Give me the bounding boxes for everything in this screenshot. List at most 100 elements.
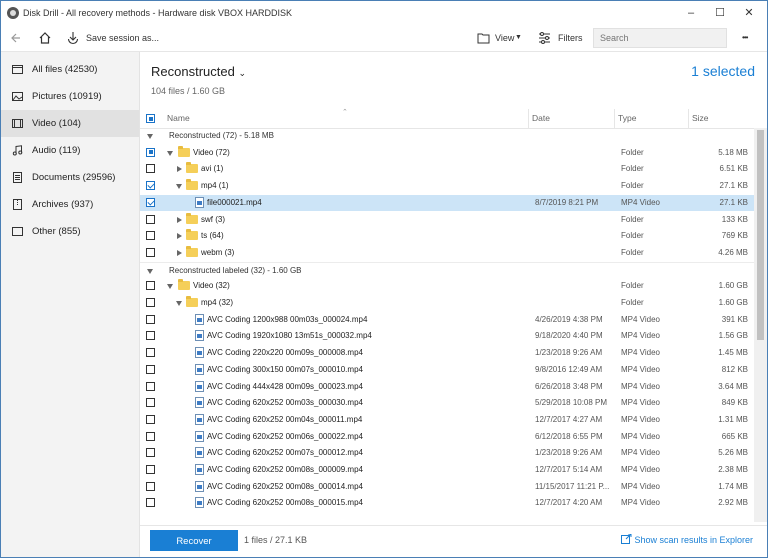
expand-arrow-icon[interactable]: [167, 284, 173, 290]
page-title[interactable]: Reconstructed ⌄: [151, 64, 246, 79]
row-checkbox[interactable]: [146, 181, 155, 191]
select-all-checkbox[interactable]: [146, 114, 155, 123]
save-session-icon[interactable]: [66, 25, 80, 51]
row-checkbox[interactable]: [146, 465, 155, 474]
row-checkbox[interactable]: [146, 231, 155, 241]
row-checkbox[interactable]: [146, 197, 155, 207]
more-options-button[interactable]: •••: [742, 25, 748, 51]
show-in-explorer-link[interactable]: Show scan results in Explorer: [620, 530, 753, 551]
row-checkbox[interactable]: [146, 364, 155, 374]
table-row[interactable]: avi (1) Folder 6.51 KB: [140, 161, 754, 178]
maximize-button[interactable]: ☐: [706, 4, 734, 22]
expand-arrow-icon[interactable]: [176, 184, 182, 190]
row-checkbox[interactable]: [146, 498, 155, 508]
table-row[interactable]: AVC Coding 1200x988 00m03s_000024.mp4 4/…: [140, 312, 754, 329]
expand-arrow-icon[interactable]: [177, 249, 182, 256]
view-button[interactable]: View: [495, 25, 514, 51]
group-header[interactable]: Reconstructed labeled (32) - 1.60 GB: [140, 261, 754, 280]
row-type: MP4 Video: [621, 498, 660, 508]
sidebar-item-all-files[interactable]: All files (42530): [1, 56, 139, 83]
column-header-row: Name ⌃ Date Type Size: [140, 109, 767, 129]
page-subtitle: 104 files / 1.60 GB: [151, 86, 226, 96]
row-date: 6/26/2018 3:48 PM: [535, 381, 603, 391]
table-row[interactable]: mp4 (1) Folder 27.1 KB: [140, 178, 754, 195]
row-name: AVC Coding 1920x1080 13m51s_000032.mp4: [207, 331, 372, 341]
group-header[interactable]: Reconstructed (72) - 5.18 MB: [140, 128, 754, 145]
expand-arrow-icon[interactable]: [147, 268, 153, 274]
table-row[interactable]: Video (72) Folder 5.18 MB: [140, 145, 754, 162]
table-row[interactable]: mp4 (32) Folder 1.60 GB: [140, 295, 754, 312]
table-row[interactable]: AVC Coding 620x252 00m03s_000030.mp4 5/2…: [140, 395, 754, 412]
row-date: 1/23/2018 9:26 AM: [535, 348, 603, 358]
view-folder-icon[interactable]: [477, 25, 490, 51]
row-name: swf (3): [201, 214, 225, 224]
row-checkbox[interactable]: [146, 481, 155, 491]
video-file-icon: [195, 413, 204, 425]
table-row[interactable]: AVC Coding 620x252 00m06s_000022.mp4 6/1…: [140, 429, 754, 446]
column-divider[interactable]: [614, 109, 615, 128]
sidebar-item-pictures[interactable]: Pictures (10919): [1, 83, 139, 110]
video-file-icon: [195, 464, 204, 475]
row-checkbox[interactable]: [146, 398, 155, 408]
sidebar-item-audio[interactable]: Audio (119): [1, 137, 139, 164]
row-checkbox[interactable]: [146, 247, 155, 257]
row-checkbox[interactable]: [146, 164, 155, 174]
row-checkbox[interactable]: [146, 448, 155, 458]
table-row[interactable]: AVC Coding 220x220 00m09s_000008.mp4 1/2…: [140, 345, 754, 362]
home-icon[interactable]: [38, 25, 52, 51]
row-type: MP4 Video: [621, 364, 660, 374]
row-checkbox[interactable]: [146, 281, 155, 291]
recover-button[interactable]: Recover: [150, 530, 238, 551]
column-date[interactable]: Date: [532, 109, 550, 128]
search-input[interactable]: [593, 28, 727, 48]
main-panel: Reconstructed ⌄ 104 files / 1.60 GB 1 se…: [140, 52, 767, 557]
table-row[interactable]: Video (32) Folder 1.60 GB: [140, 278, 754, 295]
row-checkbox[interactable]: [146, 214, 155, 224]
column-divider[interactable]: [528, 109, 529, 128]
save-session-button[interactable]: Save session as...: [86, 25, 159, 51]
scrollbar[interactable]: [754, 128, 767, 522]
sidebar-item-other[interactable]: Other (855): [1, 218, 139, 245]
column-size[interactable]: Size: [692, 109, 709, 128]
row-checkbox[interactable]: [146, 348, 155, 358]
table-row[interactable]: AVC Coding 620x252 00m04s_000011.mp4 12/…: [140, 412, 754, 429]
row-checkbox[interactable]: [146, 381, 155, 391]
row-checkbox[interactable]: [146, 298, 155, 307]
close-button[interactable]: ✕: [735, 4, 763, 22]
sidebar-item-documents[interactable]: Documents (29596): [1, 164, 139, 191]
expand-arrow-icon[interactable]: [167, 150, 173, 156]
table-row[interactable]: webm (3) Folder 4.26 MB: [140, 245, 754, 262]
table-row[interactable]: AVC Coding 620x252 00m08s_000014.mp4 11/…: [140, 479, 754, 496]
table-row[interactable]: ts (64) Folder 769 KB: [140, 228, 754, 245]
table-row[interactable]: AVC Coding 620x252 00m08s_000009.mp4 12/…: [140, 462, 754, 479]
back-arrow-icon[interactable]: [10, 25, 22, 51]
table-row[interactable]: AVC Coding 1920x1080 13m51s_000032.mp4 9…: [140, 328, 754, 345]
table-row[interactable]: swf (3) Folder 133 KB: [140, 212, 754, 229]
expand-arrow-icon[interactable]: [177, 233, 182, 240]
expand-arrow-icon[interactable]: [176, 301, 182, 306]
sidebar-item-archives[interactable]: Archives (937): [1, 191, 139, 218]
table-row[interactable]: AVC Coding 300x150 00m07s_000010.mp4 9/8…: [140, 362, 754, 379]
column-type[interactable]: Type: [618, 109, 636, 128]
row-checkbox[interactable]: [146, 314, 155, 324]
column-name[interactable]: Name: [167, 109, 190, 128]
scrollbar-thumb[interactable]: [757, 130, 764, 340]
expand-arrow-icon[interactable]: [177, 216, 182, 223]
row-checkbox[interactable]: [146, 331, 155, 341]
expand-arrow-icon[interactable]: [177, 166, 182, 173]
filters-button[interactable]: Filters: [558, 25, 583, 51]
row-size: 1.31 MB: [718, 414, 748, 424]
table-row[interactable]: AVC Coding 620x252 00m08s_000015.mp4 12/…: [140, 495, 754, 512]
expand-arrow-icon[interactable]: [147, 134, 153, 139]
table-row[interactable]: AVC Coding 620x252 00m07s_000012.mp4 1/2…: [140, 445, 754, 462]
sidebar-item-video[interactable]: Video (104): [1, 110, 139, 137]
minimize-button[interactable]: –: [677, 4, 705, 22]
row-checkbox[interactable]: [146, 431, 155, 441]
table-row[interactable]: AVC Coding 444x428 00m09s_000023.mp4 6/2…: [140, 379, 754, 396]
selected-count[interactable]: 1 selected: [691, 63, 755, 79]
row-checkbox[interactable]: [146, 414, 155, 424]
column-divider[interactable]: [688, 109, 689, 128]
row-checkbox[interactable]: [146, 147, 155, 157]
table-row[interactable]: file000021.mp4 8/7/2019 8:21 PM MP4 Vide…: [140, 194, 754, 212]
filters-icon[interactable]: [538, 25, 551, 51]
